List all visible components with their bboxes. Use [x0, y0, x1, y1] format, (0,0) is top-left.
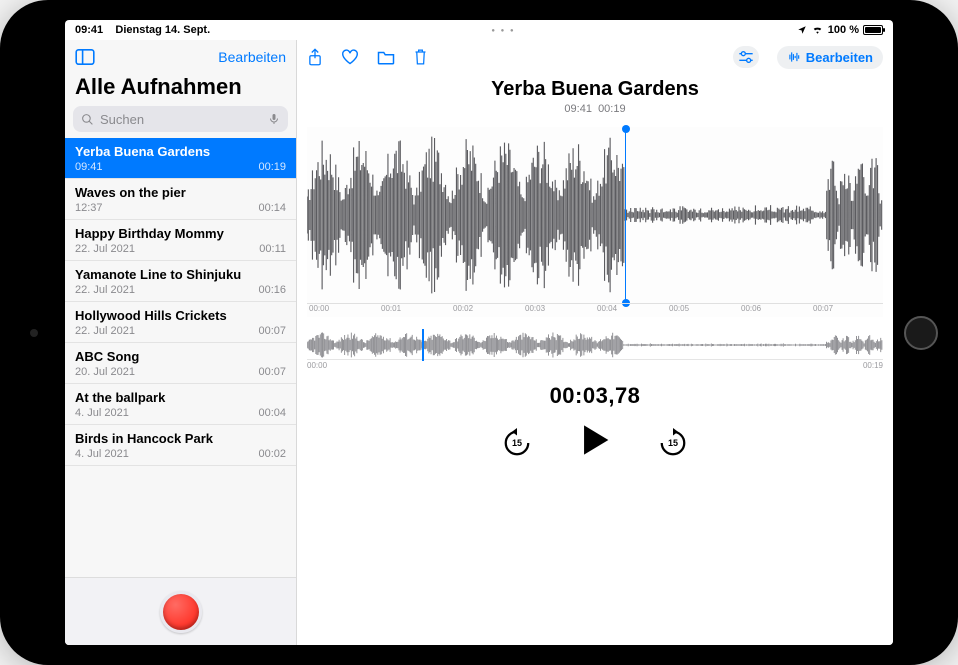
- sidebar-title: Alle Aufnahmen: [65, 70, 296, 106]
- timeline-tick: 00:03: [523, 304, 595, 317]
- timeline-tick: 00:01: [379, 304, 451, 317]
- waveform-icon: [787, 51, 801, 63]
- location-icon: [797, 25, 807, 35]
- status-date: Dienstag 14. Sept.: [115, 24, 210, 36]
- timeline-tick: 00:06: [739, 304, 811, 317]
- recording-row-date: 22. Jul 2021: [75, 325, 135, 337]
- timeline: 00:0000:0100:0200:0300:0400:0500:0600:07: [307, 303, 883, 317]
- recording-row-duration: 00:07: [258, 325, 286, 337]
- trash-icon[interactable]: [413, 48, 428, 66]
- recording-row[interactable]: Birds in Hancock Park 4. Jul 2021 00:02: [65, 425, 296, 466]
- sidebar: Bearbeiten Alle Aufnahmen Suchen Yerba B…: [65, 40, 297, 645]
- timeline-tick: 00:04: [595, 304, 667, 317]
- skip-forward-button[interactable]: 15: [658, 428, 688, 458]
- skip-back-button[interactable]: 15: [502, 428, 532, 458]
- timeline-tick: 00:07: [811, 304, 883, 317]
- battery-icon: [863, 25, 883, 35]
- recording-row[interactable]: At the ballpark 4. Jul 2021 00:04: [65, 384, 296, 425]
- recording-row-title: Waves on the pier: [75, 185, 286, 200]
- recording-row-date: 22. Jul 2021: [75, 243, 135, 255]
- recording-subtitle: 09:41 00:19: [297, 103, 893, 115]
- search-input[interactable]: Suchen: [73, 106, 288, 132]
- folder-icon[interactable]: [377, 49, 395, 65]
- recording-row[interactable]: Waves on the pier 12:37 00:14: [65, 179, 296, 220]
- favorite-icon[interactable]: [341, 49, 359, 65]
- recording-row-date: 4. Jul 2021: [75, 407, 129, 419]
- recording-row-date: 09:41: [75, 161, 103, 173]
- waveform-overview[interactable]: 00:00 00:19: [307, 331, 883, 371]
- share-icon[interactable]: [307, 48, 323, 66]
- waveform-edit-label: Bearbeiten: [806, 50, 873, 65]
- recording-row-date: 22. Jul 2021: [75, 284, 135, 296]
- options-icon[interactable]: [733, 46, 759, 68]
- recording-row-duration: 00:04: [258, 407, 286, 419]
- recording-row-duration: 00:16: [258, 284, 286, 296]
- playhead[interactable]: [625, 129, 627, 303]
- record-button[interactable]: [160, 591, 202, 633]
- recording-row-duration: 00:11: [259, 243, 286, 255]
- recordings-list: Yerba Buena Gardens 09:41 00:19 Waves on th…: [65, 138, 296, 577]
- recording-row-title: ABC Song: [75, 349, 286, 364]
- overview-start: 00:00: [307, 361, 327, 370]
- timeline-tick: 00:05: [667, 304, 739, 317]
- recording-row[interactable]: Hollywood Hills Crickets 22. Jul 2021 00:0…: [65, 302, 296, 343]
- ipad-frame: 09:41 Dienstag 14. Sept. ● ● ● 100 % Bea: [0, 0, 958, 665]
- current-time: 00:03,78: [297, 383, 893, 409]
- dictate-icon[interactable]: [268, 112, 280, 126]
- search-placeholder: Suchen: [100, 112, 262, 127]
- multitask-indicator: ● ● ●: [210, 26, 797, 34]
- recording-row-title: Yerba Buena Gardens: [75, 144, 286, 159]
- recording-row-title: Happy Birthday Mommy: [75, 226, 286, 241]
- overview-end: 00:19: [863, 361, 883, 370]
- recording-row-duration: 00:02: [258, 448, 286, 460]
- play-button[interactable]: [580, 423, 610, 462]
- recording-row[interactable]: Yerba Buena Gardens 09:41 00:19: [65, 138, 296, 179]
- overview-playhead[interactable]: [422, 329, 424, 361]
- home-button[interactable]: [904, 316, 938, 350]
- screen: 09:41 Dienstag 14. Sept. ● ● ● 100 % Bea: [65, 20, 893, 645]
- recording-row[interactable]: Happy Birthday Mommy 22. Jul 2021 00:11: [65, 220, 296, 261]
- skip-fwd-label: 15: [668, 438, 678, 448]
- recording-title: Yerba Buena Gardens: [297, 78, 893, 101]
- recording-row-duration: 00:14: [258, 202, 286, 214]
- recording-row-date: 12:37: [75, 202, 103, 214]
- recording-row-date: 20. Jul 2021: [75, 366, 135, 378]
- timeline-tick: 00:00: [307, 304, 379, 317]
- recording-row-title: Birds in Hancock Park: [75, 431, 286, 446]
- search-icon: [81, 113, 94, 126]
- recording-row[interactable]: ABC Song 20. Jul 2021 00:07: [65, 343, 296, 384]
- camera-dot: [30, 329, 38, 337]
- recording-row-title: Yamanote Line to Shinjuku: [75, 267, 286, 282]
- recording-row-date: 4. Jul 2021: [75, 448, 129, 460]
- status-time: 09:41: [75, 24, 103, 36]
- recording-row-title: At the ballpark: [75, 390, 286, 405]
- recording-row-duration: 00:19: [258, 161, 286, 173]
- detail-pane: Bearbeiten Yerba Buena Gardens 09:41 00:…: [297, 40, 893, 645]
- playback-controls: 15 15: [297, 423, 893, 462]
- sidebar-toggle-icon[interactable]: [75, 49, 95, 65]
- waveform-edit-button[interactable]: Bearbeiten: [777, 46, 883, 69]
- recording-row-duration: 00:07: [258, 366, 286, 378]
- recording-row[interactable]: Yamanote Line to Shinjuku 22. Jul 2021 00:…: [65, 261, 296, 302]
- skip-back-label: 15: [512, 438, 522, 448]
- waveform-main[interactable]: 00:0000:0100:0200:0300:0400:0500:0600:07: [307, 127, 883, 317]
- wifi-icon: [811, 25, 824, 35]
- sidebar-edit-button[interactable]: Bearbeiten: [218, 49, 286, 65]
- battery-percent: 100 %: [828, 24, 859, 36]
- record-bar: [65, 577, 296, 645]
- recording-row-title: Hollywood Hills Crickets: [75, 308, 286, 323]
- timeline-tick: 00:02: [451, 304, 523, 317]
- status-bar: 09:41 Dienstag 14. Sept. ● ● ● 100 %: [65, 20, 893, 40]
